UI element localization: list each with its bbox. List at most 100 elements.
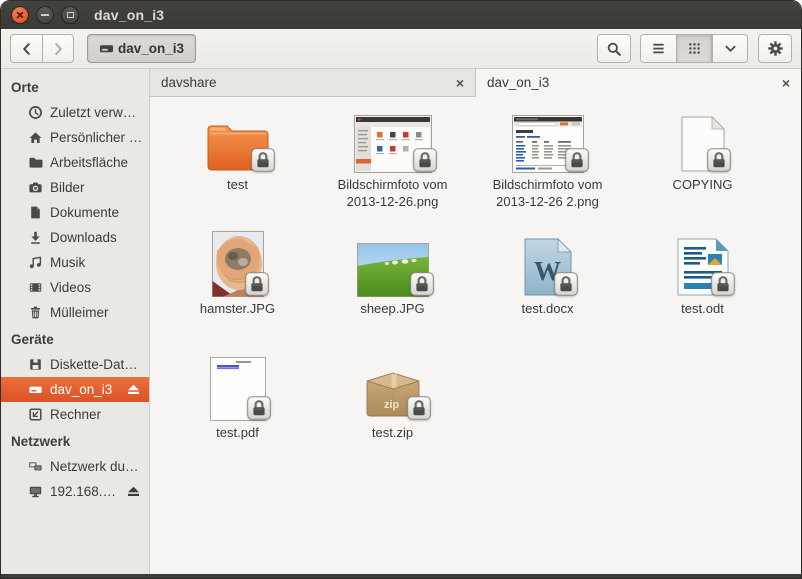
sidebar-item-label: Downloads xyxy=(50,230,117,245)
drive-icon xyxy=(28,382,43,397)
file-item-hamster-jpg[interactable]: hamster.JPG xyxy=(160,227,315,351)
sidebar-item-label: Diskette-Dat… xyxy=(50,357,138,372)
file-label: COPYING xyxy=(673,177,733,194)
search-button[interactable] xyxy=(597,34,631,63)
file-manager-window: dav_on_i3 dav_on_i3 xyxy=(0,0,802,579)
main-area: Orte Zuletzt verw… Persönlicher … Arbeit… xyxy=(1,69,801,574)
file-grid: test xyxy=(150,97,801,574)
sidebar-item-dav-on-i3[interactable]: dav_on_i3 xyxy=(1,377,149,402)
file-item-sheep-jpg[interactable]: sheep.JPG xyxy=(315,227,470,351)
trash-icon xyxy=(28,305,43,320)
lock-emblem-icon xyxy=(554,272,578,296)
maximize-icon xyxy=(67,12,74,18)
file-label: test xyxy=(227,177,248,194)
file-item-copying[interactable]: COPYING xyxy=(625,103,780,227)
sidebar-item-floppy[interactable]: Diskette-Dat… xyxy=(1,352,149,377)
view-options-dropdown-button[interactable] xyxy=(712,34,748,63)
grid-view-button[interactable] xyxy=(676,34,712,63)
file-item-test-docx[interactable]: W test.docx xyxy=(470,227,625,351)
sidebar-item-label: Netzwerk du… xyxy=(50,459,139,474)
tab-davshare[interactable]: davshare × xyxy=(150,69,476,97)
tab-bar: davshare × dav_on_i3 × xyxy=(150,69,801,97)
lock-emblem-icon xyxy=(413,148,437,172)
window-close-button[interactable] xyxy=(11,6,29,24)
back-button[interactable] xyxy=(10,34,42,63)
sidebar-item-label: Dokumente xyxy=(50,205,119,220)
window-title: dav_on_i3 xyxy=(94,7,164,23)
document-icon xyxy=(28,205,43,220)
file-label: Bildschirmfoto vom 2013-12-26.png xyxy=(327,177,459,211)
tab-close-button[interactable]: × xyxy=(456,76,464,90)
sidebar-section-places: Orte xyxy=(1,73,149,100)
sidebar-item-server-192-168[interactable]: 192.168.… xyxy=(1,479,149,504)
sidebar-item-desktop[interactable]: Arbeitsfläche xyxy=(1,150,149,175)
file-icon-wrap xyxy=(212,229,264,297)
window-minimize-button[interactable] xyxy=(36,6,54,24)
sidebar-item-downloads[interactable]: Downloads xyxy=(1,225,149,250)
folder-icon xyxy=(28,155,43,170)
sidebar-item-videos[interactable]: Videos xyxy=(1,275,149,300)
file-label: test.docx xyxy=(521,301,573,318)
sidebar-item-label: Videos xyxy=(50,280,91,295)
sidebar-item-label: Arbeitsfläche xyxy=(50,155,128,170)
file-item-screenshot-2[interactable]: Bildschirmfoto vom 2013-12-26 2.png xyxy=(470,103,625,227)
lock-emblem-icon xyxy=(410,272,434,296)
list-view-button[interactable] xyxy=(640,34,676,63)
places-sidebar: Orte Zuletzt verw… Persönlicher … Arbeit… xyxy=(1,69,150,574)
file-label: test.pdf xyxy=(216,425,259,442)
camera-icon xyxy=(28,180,43,195)
sidebar-item-label: Rechner xyxy=(50,407,101,422)
tab-label: davshare xyxy=(161,75,217,90)
file-item-test-odt[interactable]: test.odt xyxy=(625,227,780,351)
chevron-down-icon xyxy=(723,41,738,56)
view-toggle-group xyxy=(640,34,748,63)
file-icon-wrap xyxy=(357,229,429,297)
sidebar-item-label: Bilder xyxy=(50,180,85,195)
settings-button[interactable] xyxy=(758,34,792,63)
file-label: test.odt xyxy=(681,301,724,318)
file-icon-wrap: zip xyxy=(360,353,426,421)
lock-emblem-icon xyxy=(245,272,269,296)
sidebar-item-pictures[interactable]: Bilder xyxy=(1,175,149,200)
file-icon-wrap xyxy=(210,353,266,421)
nav-button-group xyxy=(10,34,74,63)
sidebar-item-label: Persönlicher … xyxy=(50,130,142,145)
file-item-test-zip[interactable]: zip test.zip xyxy=(315,351,470,475)
file-item-screenshot-1[interactable]: Bildschirmfoto vom 2013-12-26.png xyxy=(315,103,470,227)
sidebar-item-trash[interactable]: Mülleimer xyxy=(1,300,149,325)
file-item-test-pdf[interactable]: test.pdf xyxy=(160,351,315,475)
sidebar-item-recent[interactable]: Zuletzt verw… xyxy=(1,100,149,125)
tab-dav-on-i3[interactable]: dav_on_i3 × xyxy=(476,69,801,97)
sidebar-item-home[interactable]: Persönlicher … xyxy=(1,125,149,150)
eject-icon[interactable] xyxy=(126,485,141,498)
breadcrumb-location-button[interactable]: dav_on_i3 xyxy=(87,34,196,63)
chevron-left-icon xyxy=(19,41,35,57)
tab-label: dav_on_i3 xyxy=(487,75,549,90)
lock-emblem-icon xyxy=(251,148,275,172)
sidebar-item-label: Zuletzt verw… xyxy=(50,105,136,120)
file-icon-wrap xyxy=(676,229,730,297)
file-item-test-folder[interactable]: test xyxy=(160,103,315,227)
toolbar: dav_on_i3 xyxy=(1,29,801,69)
sidebar-item-computer[interactable]: Rechner xyxy=(1,402,149,427)
file-label: hamster.JPG xyxy=(200,301,275,318)
breadcrumb-label: dav_on_i3 xyxy=(118,41,184,56)
network-icon xyxy=(28,459,43,474)
sidebar-item-label: Mülleimer xyxy=(50,305,109,320)
file-icon-wrap: W xyxy=(523,229,573,297)
file-icon-wrap xyxy=(354,105,432,173)
sidebar-item-label: 192.168.… xyxy=(50,484,116,499)
sidebar-item-music[interactable]: Musik xyxy=(1,250,149,275)
gear-icon xyxy=(767,40,784,57)
file-icon-wrap xyxy=(680,105,726,173)
sidebar-item-network-browse[interactable]: Netzwerk du… xyxy=(1,454,149,479)
eject-icon[interactable] xyxy=(126,383,141,396)
sidebar-item-documents[interactable]: Dokumente xyxy=(1,200,149,225)
tab-close-button[interactable]: × xyxy=(782,76,790,90)
file-icon-wrap xyxy=(206,105,270,173)
titlebar: dav_on_i3 xyxy=(1,1,801,29)
floppy-icon xyxy=(28,357,43,372)
computer-icon xyxy=(28,407,43,422)
forward-button[interactable] xyxy=(42,34,74,63)
window-maximize-button[interactable] xyxy=(61,6,79,24)
